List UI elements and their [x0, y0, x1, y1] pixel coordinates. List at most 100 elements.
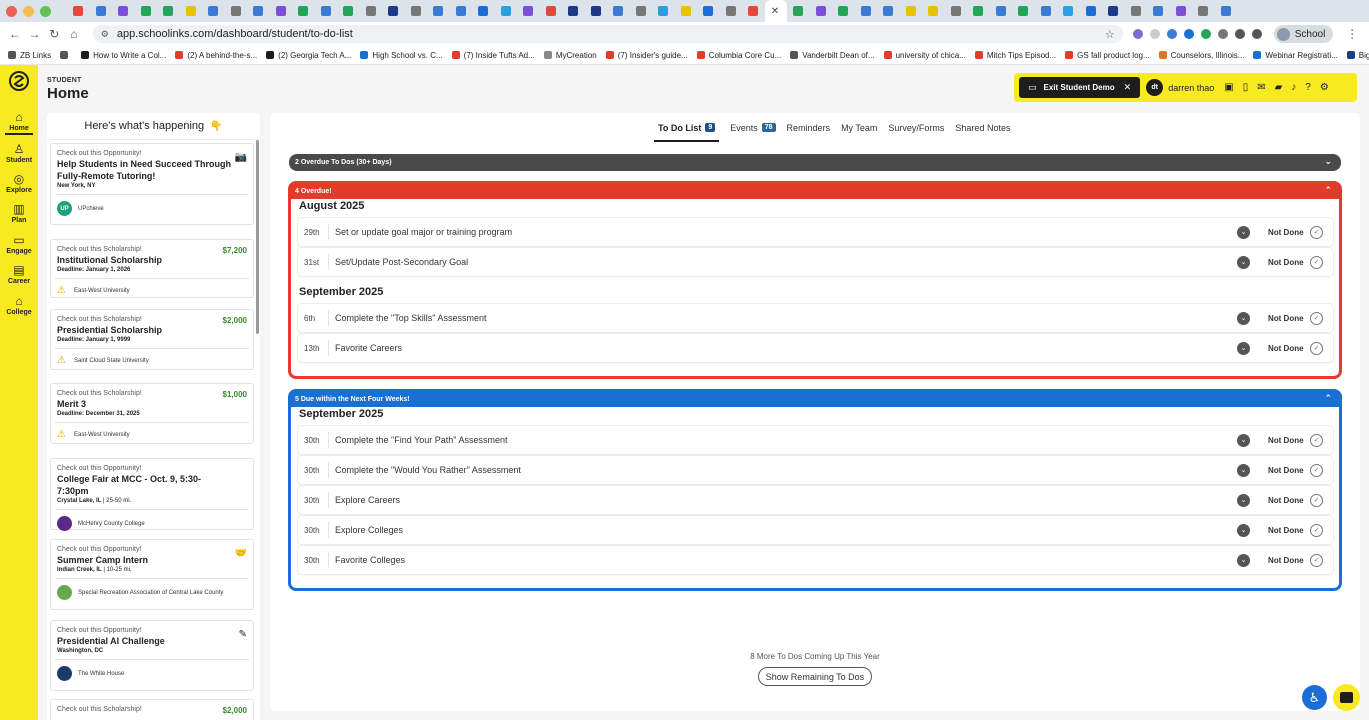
browser-tab[interactable] — [607, 0, 630, 22]
bookmark-item[interactable]: MyCreation — [543, 51, 597, 60]
help-icon[interactable]: ? — [1305, 82, 1311, 93]
feed-card[interactable]: Check out this Opportunity! College Fair … — [50, 458, 254, 531]
browser-tab[interactable] — [742, 0, 765, 22]
feed-card[interactable]: Check out this Scholarship! $1,000 Merit 3… — [50, 383, 254, 444]
close-tab-icon[interactable]: ✕ — [771, 6, 781, 17]
overdue-section-header[interactable]: 4 Overdue! ⌃ — [291, 184, 1339, 199]
browser-tab[interactable] — [67, 0, 90, 22]
bookmark-star-icon[interactable]: ☆ — [1105, 28, 1115, 41]
tab-my-team[interactable]: My Team — [841, 113, 877, 142]
browser-tab[interactable] — [135, 0, 158, 22]
browser-tab[interactable] — [247, 0, 270, 22]
check-circle-icon[interactable]: ✓ — [1310, 225, 1323, 239]
sidebar-item-plan[interactable]: ▥ Plan — [0, 202, 38, 224]
wallet-icon[interactable]: ▣ — [1224, 82, 1233, 93]
bookmark-item[interactable]: Counselors, Illinois... — [1158, 51, 1244, 60]
feed-card[interactable]: Check out this Opportunity! Help Students… — [50, 143, 254, 225]
chevron-down-icon[interactable]: ⌄ — [1237, 433, 1250, 447]
bookmark-item[interactable]: High School vs. C... — [360, 51, 443, 60]
bookmark-item[interactable]: university of chica... — [883, 51, 966, 60]
reload-icon[interactable]: ↻ — [45, 27, 63, 41]
todo-row[interactable]: 30th Explore Careers ⌄ Not Done ✓ — [298, 486, 1333, 514]
sidebar-item-explore[interactable]: ◎ Explore — [0, 172, 38, 194]
todo-row[interactable]: 30th Complete the "Would You Rather" Asse… — [298, 456, 1333, 484]
sidebar-item-student[interactable]: ♙ Student — [0, 142, 38, 164]
browser-tab[interactable] — [697, 0, 720, 22]
browser-tab[interactable] — [112, 0, 135, 22]
browser-tab[interactable] — [1035, 0, 1058, 22]
tab-to-do-list[interactable]: To Do List 9 — [654, 113, 720, 142]
extension-icon[interactable] — [1149, 29, 1160, 39]
sidebar-item-career[interactable]: ▤ Career — [0, 263, 38, 285]
todo-row[interactable]: 30th Complete the "Find Your Path" Assess… — [298, 426, 1333, 454]
bookmark-item[interactable]: Mitch Tips Episod... — [974, 51, 1056, 60]
chevron-down-icon[interactable]: ⌄ — [1237, 225, 1250, 239]
todo-row[interactable]: 13th Favorite Careers ⌄ Not Done ✓ — [298, 334, 1333, 362]
browser-tab[interactable] — [922, 0, 945, 22]
browser-tab[interactable] — [270, 0, 293, 22]
check-circle-icon[interactable]: ✓ — [1310, 311, 1323, 325]
browser-tab[interactable] — [855, 0, 878, 22]
user-menu[interactable]: dt darren thao — [1146, 79, 1214, 96]
site-info-icon[interactable]: ⚙ — [101, 29, 109, 40]
forward-arrow-icon[interactable]: → — [26, 27, 44, 41]
bookmark-item[interactable]: ZB Links — [8, 51, 51, 60]
browser-tab[interactable] — [225, 0, 248, 22]
accessibility-button[interactable]: ♿ — [1302, 685, 1327, 710]
todo-row[interactable]: 6th Complete the "Top Skills" Assessment ⌄… — [298, 304, 1333, 332]
browser-tab[interactable] — [1125, 0, 1148, 22]
browser-tab[interactable] — [900, 0, 923, 22]
extension-icon[interactable] — [1166, 29, 1177, 39]
browser-tab[interactable] — [360, 0, 383, 22]
tab-survey-forms[interactable]: Survey/Forms — [888, 113, 944, 142]
browser-menu-icon[interactable]: ⋮ — [1343, 27, 1361, 41]
browser-tab[interactable] — [562, 0, 585, 22]
browser-tab[interactable] — [945, 0, 968, 22]
browser-tab[interactable] — [585, 0, 608, 22]
check-circle-icon[interactable]: ✓ — [1310, 523, 1323, 537]
browser-tab[interactable] — [630, 0, 653, 22]
browser-tab[interactable] — [517, 0, 540, 22]
browser-tab[interactable] — [720, 0, 743, 22]
browser-tab[interactable] — [1102, 0, 1125, 22]
feed-card[interactable]: Check out this Opportunity! Presidential … — [50, 620, 254, 691]
maximize-window-button[interactable] — [40, 5, 51, 17]
sidebar-item-home[interactable]: ⌂ Home — [0, 110, 38, 135]
browser-tab[interactable] — [787, 0, 810, 22]
address-bar[interactable]: ⚙ app.schoolinks.com/dashboard/student/t… — [92, 25, 1123, 43]
browser-tab[interactable] — [427, 0, 450, 22]
chevron-down-icon[interactable]: ⌄ — [1237, 523, 1250, 537]
browser-tab[interactable] — [877, 0, 900, 22]
chevron-down-icon[interactable]: ⌄ — [1237, 255, 1250, 269]
browser-tab[interactable] — [405, 0, 428, 22]
overdue-30-days-band[interactable]: 2 Overdue To Dos (30+ Days) ⌄ — [289, 154, 1341, 171]
extension-icon[interactable] — [1183, 29, 1194, 39]
document-icon[interactable]: ▯ — [1243, 82, 1249, 93]
schoolinks-logo-icon[interactable] — [9, 71, 29, 91]
chevron-down-icon[interactable]: ⌄ — [1237, 341, 1250, 355]
browser-tab[interactable] — [1057, 0, 1080, 22]
browser-tab[interactable] — [495, 0, 518, 22]
browser-tab[interactable] — [967, 0, 990, 22]
extension-icon[interactable] — [1132, 29, 1143, 39]
feed-scrollbar[interactable] — [256, 140, 259, 334]
browser-tab[interactable] — [1215, 0, 1238, 22]
puzzle-icon[interactable] — [1217, 29, 1228, 39]
browser-tab[interactable] — [450, 0, 473, 22]
home-browser-icon[interactable]: ⌂ — [65, 27, 83, 41]
close-window-button[interactable] — [6, 5, 17, 17]
bookmark-item[interactable]: GS fall product log... — [1065, 51, 1150, 60]
show-remaining-button[interactable]: Show Remaining To Dos — [758, 667, 872, 686]
gear-icon[interactable]: ⚙ — [1320, 82, 1329, 93]
back-arrow-icon[interactable]: ← — [6, 27, 24, 41]
browser-tab[interactable] — [1170, 0, 1193, 22]
todo-row[interactable]: 30th Explore Colleges ⌄ Not Done ✓ — [298, 516, 1333, 544]
chevron-down-icon[interactable]: ⌄ — [1237, 463, 1250, 477]
upcoming-section-header[interactable]: 5 Due within the Next Four Weeks! ⌃ — [291, 392, 1339, 407]
browser-tab[interactable] — [90, 0, 113, 22]
tab-events[interactable]: Events 78 — [730, 113, 776, 142]
download-icon[interactable] — [1234, 29, 1245, 39]
browser-tab[interactable] — [990, 0, 1013, 22]
browser-tab[interactable] — [472, 0, 495, 22]
bookmark-item[interactable]: Columbia Core Cu... — [696, 51, 781, 60]
